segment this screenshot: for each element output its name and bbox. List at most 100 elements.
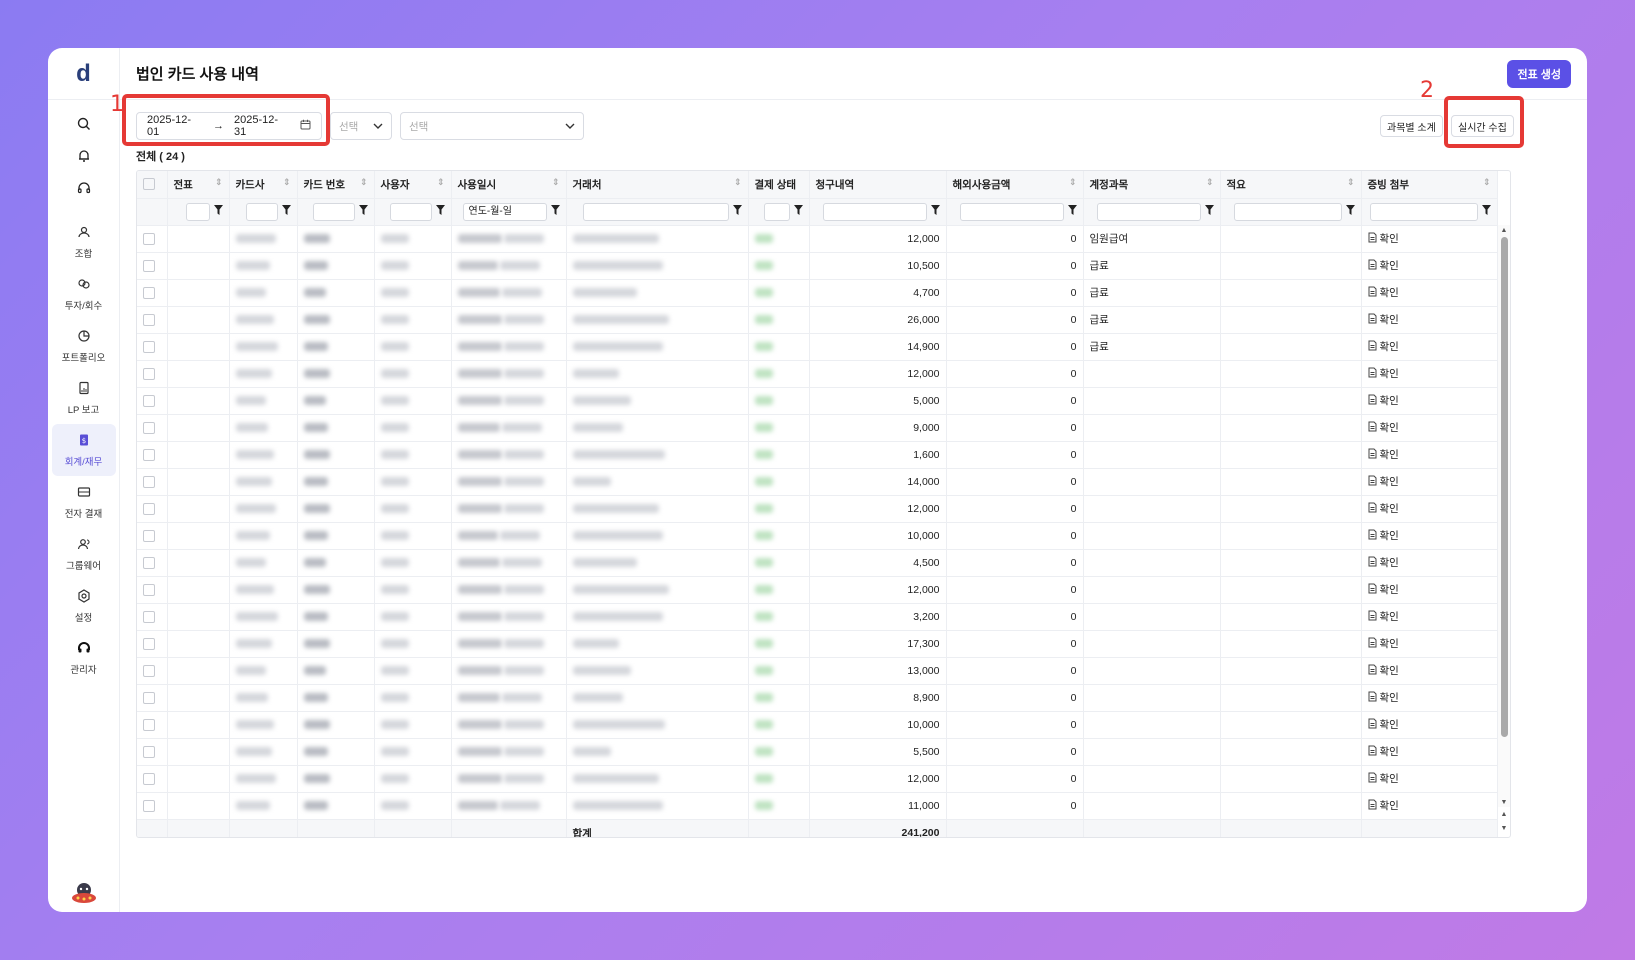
sidebar-item-6[interactable]: 그룹웨어 — [52, 528, 116, 580]
proof-cell[interactable]: 확인 — [1361, 333, 1498, 361]
memo-cell[interactable] — [1220, 225, 1362, 253]
sort-icon[interactable]: ⇕ — [734, 177, 742, 188]
proof-cell[interactable]: 확인 — [1361, 603, 1498, 631]
filter-icon[interactable] — [281, 205, 291, 218]
table-row[interactable]: 5,500 0 확인 — [137, 738, 1498, 766]
proof-cell[interactable]: 확인 — [1361, 414, 1498, 442]
account-cell[interactable] — [1083, 684, 1221, 712]
proof-link[interactable]: 확인 — [1380, 285, 1399, 300]
memo-cell[interactable] — [1220, 414, 1362, 442]
table-row[interactable]: 12,000 0 확인 — [137, 495, 1498, 523]
column-header[interactable]: 카드사 ⇕ — [229, 171, 298, 199]
sidebar-item-0[interactable]: 조합 — [52, 216, 116, 268]
account-cell[interactable] — [1083, 711, 1221, 739]
account-cell[interactable] — [1083, 387, 1221, 415]
column-header[interactable]: 적요 ⇕ — [1220, 171, 1362, 199]
sidebar-item-4[interactable]: $ 회계/재무 — [51, 424, 116, 476]
memo-cell[interactable] — [1220, 657, 1362, 685]
user-select[interactable]: 선택 — [400, 112, 584, 140]
column-filter-input[interactable] — [312, 202, 355, 221]
column-filter-input[interactable] — [1233, 202, 1342, 221]
filter-icon[interactable] — [550, 205, 560, 218]
proof-link[interactable]: 확인 — [1380, 258, 1399, 273]
row-checkbox[interactable] — [137, 414, 168, 442]
account-cell[interactable] — [1083, 360, 1221, 388]
footer-scroll-down-icon[interactable]: ▼ — [1500, 825, 1508, 832]
row-checkbox[interactable] — [137, 252, 168, 280]
account-cell[interactable] — [1083, 522, 1221, 550]
account-cell[interactable] — [1083, 657, 1221, 685]
create-voucher-button[interactable]: 전표 생성 — [1507, 59, 1571, 88]
column-header[interactable]: 해외사용금액 ⇕ — [946, 171, 1084, 199]
column-header[interactable]: 사용일시 ⇕ — [451, 171, 567, 199]
footer-scroll-up-icon[interactable]: ▲ — [1500, 811, 1508, 818]
sidebar-item-7[interactable]: 설정 — [52, 580, 116, 632]
proof-link[interactable]: 확인 — [1380, 609, 1399, 624]
filter-icon[interactable] — [1345, 205, 1355, 218]
column-filter-input[interactable] — [185, 202, 210, 221]
row-checkbox[interactable] — [137, 738, 168, 766]
row-checkbox[interactable] — [137, 630, 168, 658]
column-filter-input[interactable] — [822, 202, 927, 221]
sort-icon[interactable]: ⇕ — [1483, 177, 1491, 188]
app-logo[interactable]: d — [48, 48, 119, 100]
memo-cell[interactable] — [1220, 360, 1362, 388]
row-checkbox[interactable] — [137, 468, 168, 496]
sort-icon[interactable]: ⇕ — [360, 177, 368, 188]
table-row[interactable]: 5,000 0 확인 — [137, 387, 1498, 415]
proof-cell[interactable]: 확인 — [1361, 252, 1498, 280]
column-filter-input[interactable]: 연도-월-일 — [462, 202, 547, 221]
proof-cell[interactable]: 확인 — [1361, 657, 1498, 685]
table-row[interactable]: 12,000 0 확인 — [137, 765, 1498, 793]
table-row[interactable]: 12,000 0 임원급여 확인 — [137, 225, 1498, 253]
filter-icon[interactable] — [213, 205, 223, 218]
column-header[interactable]: 결제 상태 — [748, 171, 810, 199]
column-filter-input[interactable] — [1369, 202, 1478, 221]
filter-icon[interactable] — [358, 205, 368, 218]
proof-cell[interactable]: 확인 — [1361, 279, 1498, 307]
proof-cell[interactable]: 확인 — [1361, 765, 1498, 793]
row-checkbox[interactable] — [137, 684, 168, 712]
proof-link[interactable]: 확인 — [1380, 447, 1399, 462]
column-filter-input[interactable] — [763, 202, 790, 221]
column-filter-input[interactable] — [1096, 202, 1201, 221]
account-cell[interactable]: 급료 — [1083, 279, 1221, 307]
proof-link[interactable]: 확인 — [1380, 312, 1399, 327]
bell-icon[interactable] — [48, 140, 119, 172]
proof-cell[interactable]: 확인 — [1361, 360, 1498, 388]
proof-cell[interactable]: 확인 — [1361, 522, 1498, 550]
proof-link[interactable]: 확인 — [1380, 393, 1399, 408]
filter-icon[interactable] — [1481, 205, 1491, 218]
account-cell[interactable] — [1083, 630, 1221, 658]
filter-icon[interactable] — [435, 205, 445, 218]
account-cell[interactable] — [1083, 765, 1221, 793]
sort-icon[interactable]: ⇕ — [1206, 177, 1214, 188]
account-cell[interactable] — [1083, 603, 1221, 631]
scroll-down-icon[interactable]: ▼ — [1500, 799, 1508, 806]
proof-cell[interactable]: 확인 — [1361, 630, 1498, 658]
row-checkbox[interactable] — [137, 495, 168, 523]
proof-link[interactable]: 확인 — [1380, 474, 1399, 489]
row-checkbox[interactable] — [137, 279, 168, 307]
proof-cell[interactable]: 확인 — [1361, 792, 1498, 820]
row-checkbox[interactable] — [137, 765, 168, 793]
row-checkbox[interactable] — [137, 576, 168, 604]
row-checkbox[interactable] — [137, 333, 168, 361]
memo-cell[interactable] — [1220, 765, 1362, 793]
card-company-select[interactable]: 선택 — [330, 112, 392, 140]
proof-cell[interactable]: 확인 — [1361, 387, 1498, 415]
proof-link[interactable]: 확인 — [1380, 555, 1399, 570]
proof-link[interactable]: 확인 — [1380, 366, 1399, 381]
search-icon[interactable] — [48, 108, 119, 140]
memo-cell[interactable] — [1220, 603, 1362, 631]
sort-icon[interactable]: ⇕ — [1347, 177, 1355, 188]
memo-cell[interactable] — [1220, 738, 1362, 766]
table-row[interactable]: 10,000 0 확인 — [137, 522, 1498, 550]
row-checkbox[interactable] — [137, 603, 168, 631]
memo-cell[interactable] — [1220, 387, 1362, 415]
proof-link[interactable]: 확인 — [1380, 231, 1399, 246]
select-all-checkbox[interactable] — [137, 171, 168, 199]
proof-link[interactable]: 확인 — [1380, 636, 1399, 651]
sidebar-item-5[interactable]: 전자 결재 — [52, 476, 116, 528]
memo-cell[interactable] — [1220, 549, 1362, 577]
